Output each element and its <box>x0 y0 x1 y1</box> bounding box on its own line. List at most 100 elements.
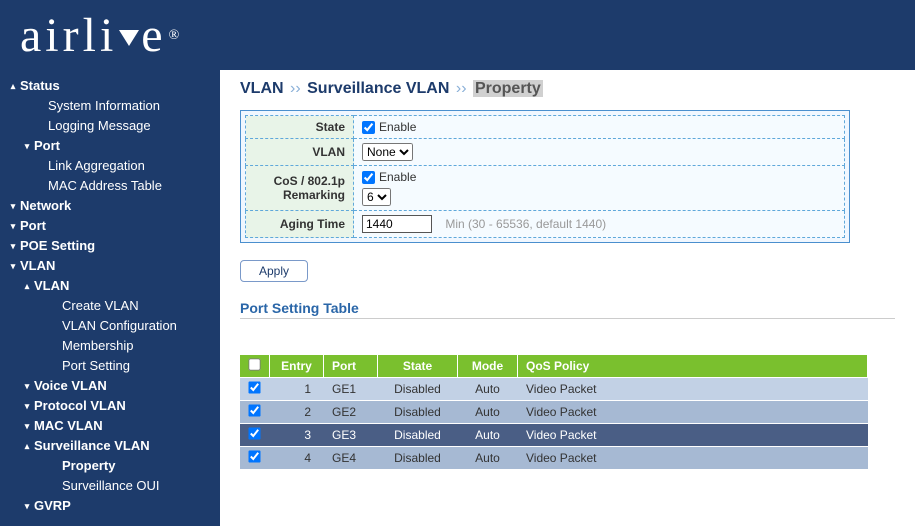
apply-button[interactable]: Apply <box>240 260 308 282</box>
sidebar-item-label: Logging Message <box>48 117 151 135</box>
sidebar-item[interactable]: Membership <box>0 336 220 356</box>
sidebar-item-label: VLAN <box>20 257 55 275</box>
sidebar-item-label: VLAN <box>34 277 69 295</box>
section-divider <box>240 318 895 319</box>
col-qos[interactable]: QoS Policy <box>518 355 868 378</box>
sidebar-item-label: Status <box>20 77 60 95</box>
col-state[interactable]: State <box>378 355 458 378</box>
sidebar-item[interactable]: MAC Address Table <box>0 176 220 196</box>
cell-state: Disabled <box>378 401 458 424</box>
caret-up-icon: ▴ <box>20 277 34 295</box>
breadcrumb-sep-icon: ›› <box>288 80 303 97</box>
nav-sidebar: ▴StatusSystem InformationLogging Message… <box>0 70 220 526</box>
sidebar-item[interactable]: Port Setting <box>0 356 220 376</box>
cell-mode: Auto <box>458 401 518 424</box>
table-row[interactable]: 3GE3DisabledAutoVideo Packet <box>240 424 868 447</box>
caret-up-icon: ▴ <box>20 437 34 455</box>
sidebar-item[interactable]: Link Aggregation <box>0 156 220 176</box>
sidebar-item-label: Link Aggregation <box>48 157 145 175</box>
cos-enable-checkbox[interactable] <box>362 171 375 184</box>
sidebar-item[interactable]: ▾Port <box>0 216 220 236</box>
sidebar-item[interactable]: Property <box>0 456 220 476</box>
sidebar-item-label: Port <box>20 217 46 235</box>
sidebar-item-label: System Information <box>48 97 160 115</box>
sidebar-item-label: POE Setting <box>20 237 95 255</box>
table-row[interactable]: 4GE4DisabledAutoVideo Packet <box>240 447 868 470</box>
select-all-checkbox[interactable] <box>248 358 260 370</box>
caret-down-icon: ▾ <box>6 237 20 255</box>
breadcrumb-current: Property <box>473 80 543 97</box>
port-setting-table: Entry Port State Mode QoS Policy 1GE1Dis… <box>240 355 868 470</box>
row-select-checkbox[interactable] <box>248 381 260 393</box>
sidebar-item-label: Port <box>34 137 60 155</box>
sidebar-item-label: Surveillance OUI <box>62 477 160 495</box>
col-port[interactable]: Port <box>324 355 378 378</box>
cell-entry: 3 <box>270 424 324 447</box>
port-table-title: Port Setting Table <box>240 300 895 316</box>
logo-triangle-icon <box>119 30 139 46</box>
sidebar-item[interactable]: ▾VLAN <box>0 256 220 276</box>
sidebar-item[interactable]: Logging Message <box>0 116 220 136</box>
sidebar-item[interactable]: Create VLAN <box>0 296 220 316</box>
sidebar-item[interactable]: ▾Protocol VLAN <box>0 396 220 416</box>
sidebar-item-label: VLAN Configuration <box>62 317 177 335</box>
sidebar-item[interactable]: ▴Surveillance VLAN <box>0 436 220 456</box>
sidebar-item[interactable]: ▾Port <box>0 136 220 156</box>
sidebar-item[interactable]: ▾MAC VLAN <box>0 416 220 436</box>
sidebar-item[interactable]: System Information <box>0 96 220 116</box>
sidebar-item-label: Network <box>20 197 71 215</box>
aging-label: Aging Time <box>246 211 354 238</box>
app-header: airlie® <box>0 0 915 70</box>
sidebar-item-label: MAC VLAN <box>34 417 103 435</box>
cell-qos: Video Packet <box>518 447 868 470</box>
logo-text-left: airli <box>20 8 117 63</box>
cell-state: Disabled <box>378 378 458 401</box>
cos-label: CoS / 802.1p Remarking <box>246 166 354 211</box>
sidebar-item[interactable]: ▾GVRP <box>0 496 220 516</box>
sidebar-item[interactable]: ▾POE Setting <box>0 236 220 256</box>
state-enable-checkbox[interactable] <box>362 121 375 134</box>
caret-down-icon: ▾ <box>6 217 20 235</box>
vlan-select[interactable]: None <box>362 143 413 161</box>
cell-mode: Auto <box>458 378 518 401</box>
vlan-label: VLAN <box>246 139 354 166</box>
sidebar-item[interactable]: Surveillance OUI <box>0 476 220 496</box>
breadcrumb-l2: Surveillance VLAN <box>307 80 449 97</box>
cell-mode: Auto <box>458 447 518 470</box>
sidebar-item[interactable]: ▾Voice VLAN <box>0 376 220 396</box>
sidebar-item-label: Surveillance VLAN <box>34 437 150 455</box>
breadcrumb: VLAN ›› Surveillance VLAN ›› Property <box>240 80 895 98</box>
cell-port: GE4 <box>324 447 378 470</box>
caret-up-icon: ▴ <box>6 77 20 95</box>
registered-icon: ® <box>169 28 184 44</box>
cell-qos: Video Packet <box>518 424 868 447</box>
brand-logo: airlie® <box>20 8 183 63</box>
sidebar-item[interactable]: ▴Status <box>0 76 220 96</box>
caret-down-icon: ▾ <box>20 377 34 395</box>
logo-text-right: e <box>141 8 166 63</box>
state-enable-wrapper[interactable]: Enable <box>362 120 836 134</box>
cos-value-select[interactable]: 6 <box>362 188 391 206</box>
sidebar-item[interactable]: ▴VLAN <box>0 276 220 296</box>
sidebar-item[interactable]: ▾Network <box>0 196 220 216</box>
sidebar-item[interactable]: VLAN Configuration <box>0 316 220 336</box>
breadcrumb-sep-icon: ›› <box>454 80 469 97</box>
cos-enable-text: Enable <box>379 170 416 184</box>
cell-qos: Video Packet <box>518 378 868 401</box>
row-select-checkbox[interactable] <box>248 450 260 462</box>
cell-entry: 2 <box>270 401 324 424</box>
caret-down-icon: ▾ <box>6 257 20 275</box>
aging-time-input[interactable] <box>362 215 432 233</box>
row-select-checkbox[interactable] <box>248 427 260 439</box>
cell-entry: 4 <box>270 447 324 470</box>
col-entry[interactable]: Entry <box>270 355 324 378</box>
table-row[interactable]: 1GE1DisabledAutoVideo Packet <box>240 378 868 401</box>
cell-state: Disabled <box>378 424 458 447</box>
cos-enable-wrapper[interactable]: Enable <box>362 170 836 184</box>
cell-port: GE1 <box>324 378 378 401</box>
row-select-checkbox[interactable] <box>248 404 260 416</box>
col-mode[interactable]: Mode <box>458 355 518 378</box>
cell-port: GE2 <box>324 401 378 424</box>
caret-down-icon: ▾ <box>6 197 20 215</box>
table-row[interactable]: 2GE2DisabledAutoVideo Packet <box>240 401 868 424</box>
